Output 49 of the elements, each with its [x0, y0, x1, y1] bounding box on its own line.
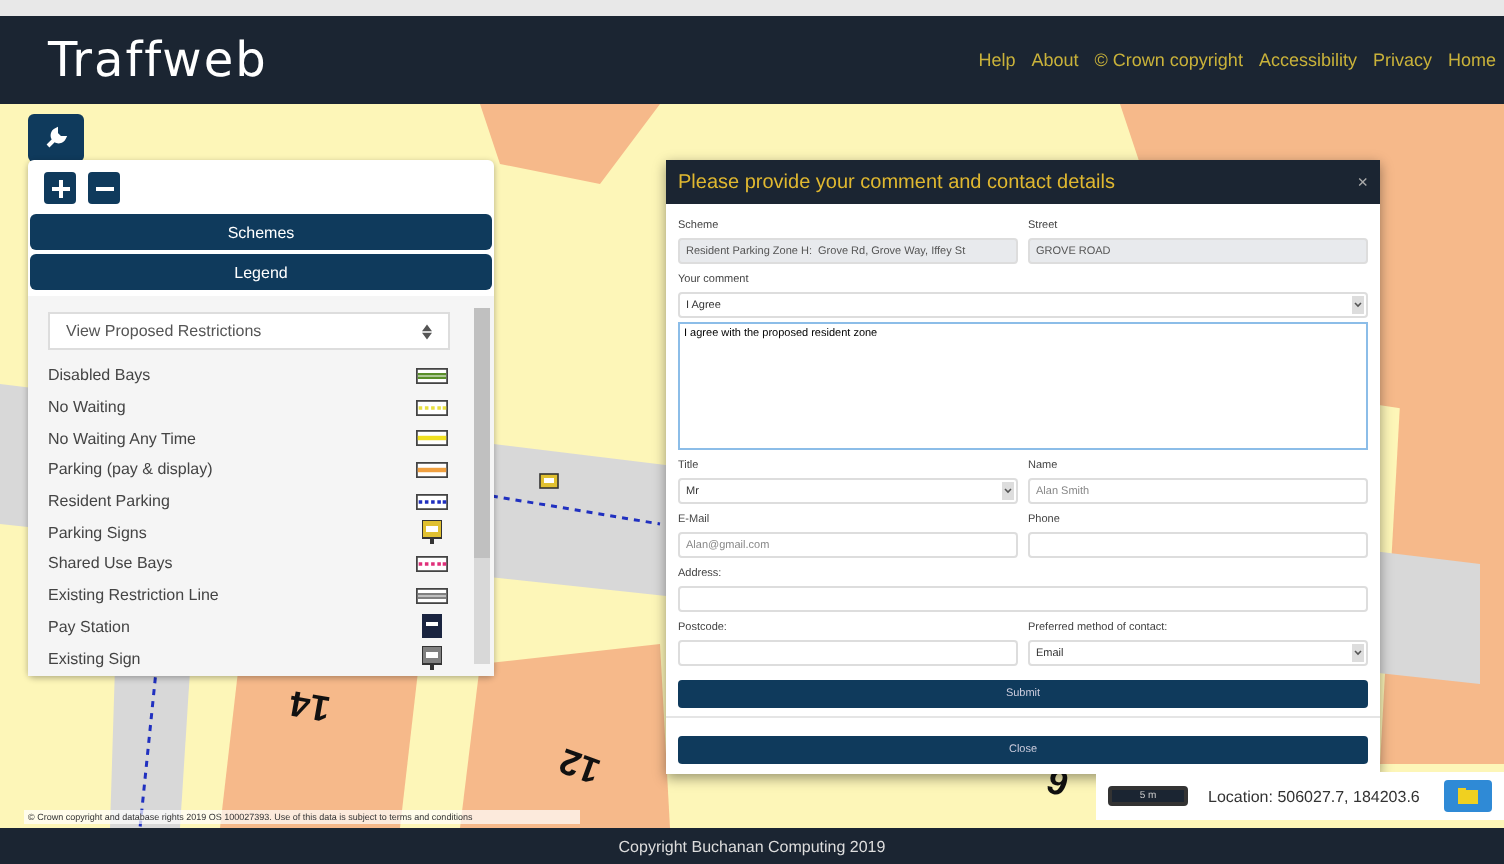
panel-button[interactable]: Legend [30, 254, 492, 290]
tools-button[interactable] [28, 114, 84, 162]
caret-icon [1352, 296, 1364, 314]
line-swatch [414, 555, 450, 572]
nav-link[interactable]: Privacy [1372, 50, 1432, 70]
legend-label: Shared Use Bays [48, 554, 173, 573]
legend-label: Existing Sign [48, 649, 141, 668]
zoom-out-button[interactable] [88, 172, 120, 204]
panel-button[interactable]: Schemes [30, 214, 492, 250]
traffweb-logo: Traffweb [48, 32, 268, 88]
line-swatch [414, 493, 450, 510]
legend-label: Resident Parking [48, 492, 170, 511]
caret-icon [1352, 644, 1364, 662]
legend-label: Pay Station [48, 617, 130, 636]
phone-field[interactable] [1028, 532, 1368, 558]
footer-copyright: Copyright Buchanan Computing 2019 [618, 837, 886, 855]
scrollbar[interactable] [474, 308, 490, 664]
zoom-in-button[interactable] [44, 172, 76, 204]
nav-link[interactable]: © Crown copyright [1094, 50, 1243, 70]
updown-icon [422, 323, 432, 339]
legend-label: Parking Signs [48, 523, 147, 542]
sign-icon [539, 473, 559, 489]
dialog-title: Please provide your comment and contact details [678, 171, 1115, 193]
house-number: 12 [554, 738, 607, 792]
layers-button[interactable] [1444, 780, 1492, 812]
legend-label: No Waiting Any Time [48, 429, 196, 448]
plus-icon [51, 179, 69, 197]
caret-icon [1002, 482, 1014, 500]
house-number: 14 [286, 680, 334, 730]
location-readout: Location: 506027.7, 184203.6 [1208, 787, 1420, 805]
folder-icon [1458, 788, 1478, 804]
nav-link[interactable]: Home [1447, 50, 1496, 70]
nav-link[interactable]: About [1031, 50, 1079, 70]
nav-link[interactable]: Accessibility [1258, 50, 1357, 70]
address-field[interactable] [678, 586, 1368, 612]
legend-label: Disabled Bays [48, 366, 151, 385]
line-swatch [414, 367, 450, 384]
line-swatch [414, 430, 450, 447]
line-swatch [414, 461, 450, 478]
line-swatch [414, 399, 450, 416]
legend-label: Existing Restriction Line [48, 586, 219, 605]
close-button[interactable]: × [1357, 172, 1368, 192]
line-swatch [414, 587, 450, 604]
restrictions-dropdown[interactable]: View Proposed Restrictions [48, 312, 450, 350]
postcode-field[interactable] [678, 640, 1018, 666]
legend-label: Parking (pay & display) [48, 460, 213, 479]
nav-link[interactable]: Help [978, 50, 1016, 70]
legend-label: No Waiting [48, 398, 126, 417]
wrench-icon [44, 126, 68, 150]
